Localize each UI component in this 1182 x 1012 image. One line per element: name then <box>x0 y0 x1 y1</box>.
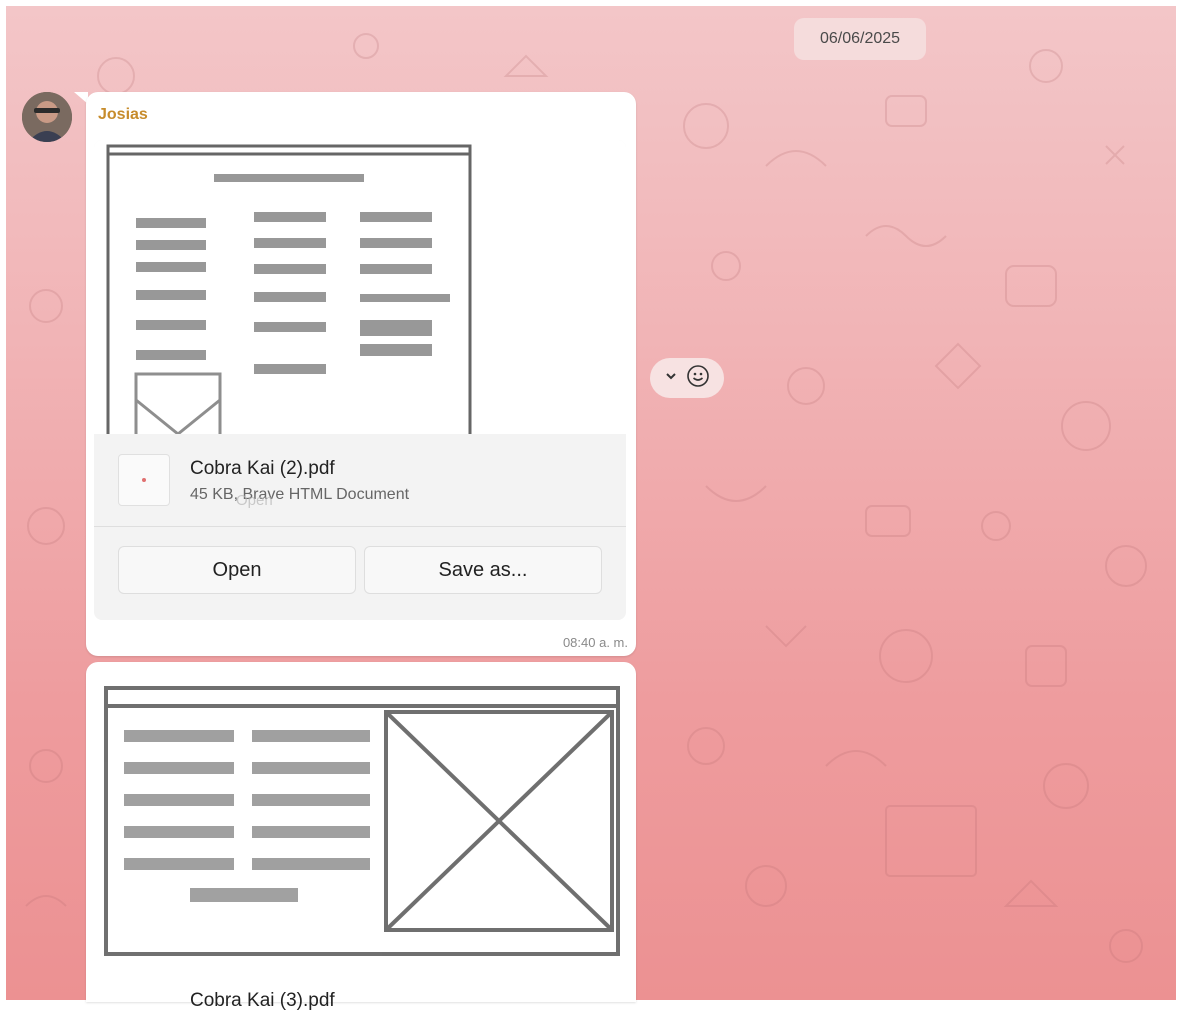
save-as-button[interactable]: Save as... <box>364 546 602 594</box>
message-bubble-2: Cobra Kai (3).pdf <box>86 662 636 1011</box>
file-icon-dot <box>142 478 146 482</box>
document-preview-2[interactable] <box>94 670 626 970</box>
open-button[interactable]: Open <box>118 546 356 594</box>
file-name-2: Cobra Kai (3).pdf <box>190 990 335 1011</box>
message-bubble: Josias Cobra Kai (2).pdf 45 KB, Brave HT… <box>86 92 636 656</box>
date-separator: 06/06/2025 <box>794 18 926 60</box>
file-name: Cobra Kai (2).pdf <box>190 458 335 479</box>
sender-avatar[interactable] <box>22 92 72 142</box>
document-thumbnail <box>106 144 472 434</box>
document-attachment[interactable]: Cobra Kai (2).pdf 45 KB, Brave HTML Docu… <box>94 140 626 620</box>
message-time: 08:40 a. m. <box>562 635 628 650</box>
file-info-row[interactable]: Cobra Kai (2).pdf 45 KB, Brave HTML Docu… <box>94 434 626 526</box>
document-preview[interactable] <box>94 140 626 434</box>
file-icon <box>118 454 170 506</box>
avatar-image <box>22 92 72 142</box>
message-actions[interactable] <box>650 358 724 398</box>
divider <box>94 526 626 527</box>
smiley-icon[interactable] <box>686 364 710 393</box>
sender-name[interactable]: Josias <box>98 106 148 124</box>
ghost-open-label: Open <box>236 492 273 509</box>
chevron-down-icon[interactable] <box>664 369 678 388</box>
document-thumbnail-2 <box>104 686 620 956</box>
file-meta: 45 KB, Brave HTML Document <box>190 486 410 503</box>
